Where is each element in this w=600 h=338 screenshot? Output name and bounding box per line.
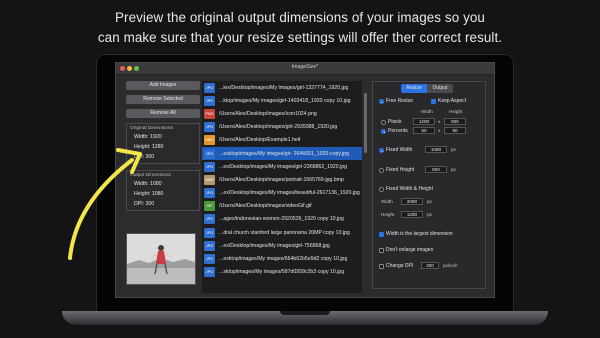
callout-arrow-icon xyxy=(68,148,142,260)
